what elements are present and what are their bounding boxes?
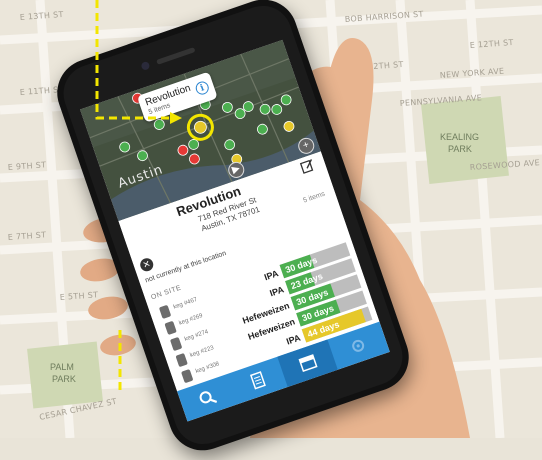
beer-style: IPA bbox=[262, 268, 280, 283]
gear-icon bbox=[352, 339, 365, 352]
speaker-grille bbox=[156, 47, 196, 65]
keg-id: keg #269 bbox=[178, 313, 204, 327]
keg-icon bbox=[169, 336, 183, 352]
not-current-note: not currently at this location bbox=[144, 249, 228, 285]
svg-text:PALM: PALM bbox=[50, 362, 74, 372]
keg-id: keg #467 bbox=[172, 296, 199, 311]
beer-style: IPA bbox=[268, 284, 286, 299]
keg-id: keg #308 bbox=[194, 361, 221, 375]
keg-icon bbox=[158, 304, 172, 319]
svg-text:PARK: PARK bbox=[448, 144, 472, 154]
keg-id: keg #274 bbox=[183, 329, 210, 343]
svg-text:PARK: PARK bbox=[52, 374, 76, 384]
info-icon[interactable]: i bbox=[193, 79, 211, 97]
edit-icon[interactable] bbox=[299, 157, 317, 175]
keg-icon bbox=[181, 369, 194, 384]
keg-icon bbox=[175, 352, 188, 368]
map-card-icon bbox=[298, 354, 318, 372]
svg-text:KEALING: KEALING bbox=[440, 132, 479, 142]
front-camera bbox=[140, 60, 151, 71]
item-count: 5 items bbox=[302, 190, 327, 205]
beer-style: IPA bbox=[285, 332, 302, 347]
close-button[interactable]: ✕ bbox=[138, 256, 156, 274]
search-icon bbox=[199, 391, 218, 404]
keg-id: keg #223 bbox=[189, 345, 215, 359]
document-icon bbox=[249, 371, 266, 390]
keg-icon bbox=[164, 320, 177, 336]
